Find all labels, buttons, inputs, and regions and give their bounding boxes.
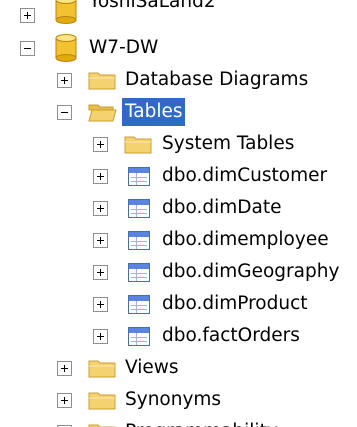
tree-node-label: dbo.dimProduct (162, 293, 308, 314)
expand-plus-icon[interactable] (93, 265, 108, 280)
tree-node-table[interactable]: dbo.dimemployee (0, 224, 357, 256)
expand-plus-icon[interactable] (20, 8, 35, 23)
expand-plus-icon[interactable] (57, 393, 72, 408)
table-icon (128, 167, 150, 186)
tree-node-yoshisaland2[interactable]: YoshiSaLand2 (0, 0, 357, 32)
collapse-minus-icon[interactable] (57, 105, 72, 120)
folder-open-icon (88, 102, 117, 128)
expand-plus-icon[interactable] (93, 137, 108, 152)
tree-node-tables[interactable]: Tables (0, 96, 357, 128)
tree-node-system-tables[interactable]: System Tables (0, 128, 357, 160)
expand-plus-icon[interactable] (57, 73, 72, 88)
tree-node-label: Synonyms (125, 389, 222, 410)
tree-node-label: Programmability (122, 418, 281, 427)
tree-node-label: dbo.dimCustomer (162, 165, 328, 186)
table-icon (128, 199, 150, 218)
folder-icon (88, 390, 117, 416)
expand-plus-icon[interactable] (57, 361, 72, 376)
tree-node-label: dbo.dimDate (162, 197, 282, 218)
table-icon (128, 295, 150, 314)
tree-node-table[interactable]: dbo.dimGeography (0, 256, 357, 288)
expand-plus-icon[interactable] (93, 233, 108, 248)
folder-icon (88, 358, 117, 384)
expand-plus-icon[interactable] (93, 201, 108, 216)
tree-node-label: dbo.dimemployee (162, 229, 329, 250)
tree-node-label: dbo.factOrders (162, 325, 300, 346)
tree-node-programmability[interactable]: Programmability (0, 416, 357, 427)
tree-node-label: Tables (122, 98, 186, 126)
tree-node-views[interactable]: Views (0, 352, 357, 384)
tree-node-label: System Tables (162, 133, 295, 154)
tree-node-database-diagrams[interactable]: Database Diagrams (0, 64, 357, 96)
tree-node-table[interactable]: dbo.factOrders (0, 320, 357, 352)
folder-icon (88, 422, 117, 427)
tree-node-label: Database Diagrams (125, 69, 309, 90)
tree-node-label: dbo.dimGeography (162, 261, 340, 282)
tree-node-table[interactable]: dbo.dimDate (0, 192, 357, 224)
object-explorer-tree: YoshiSaLand2 W7-DW Database Diagrams Tab… (0, 0, 357, 427)
tree-node-label: YoshiSaLand2 (89, 0, 216, 12)
table-icon (128, 263, 150, 282)
table-icon (128, 231, 150, 250)
database-icon (55, 0, 77, 29)
tree-node-label: W7-DW (89, 37, 159, 58)
expand-plus-icon[interactable] (93, 169, 108, 184)
collapse-minus-icon[interactable] (20, 41, 35, 56)
expand-plus-icon[interactable] (93, 297, 108, 312)
tree-node-table[interactable]: dbo.dimProduct (0, 288, 357, 320)
folder-icon (124, 134, 153, 160)
folder-icon (88, 70, 117, 96)
tree-node-w7-dw[interactable]: W7-DW (0, 32, 357, 64)
table-icon (128, 327, 150, 346)
tree-node-table[interactable]: dbo.dimCustomer (0, 160, 357, 192)
tree-node-label: Views (125, 357, 179, 378)
database-icon (55, 34, 77, 67)
expand-plus-icon[interactable] (93, 329, 108, 344)
tree-node-synonyms[interactable]: Synonyms (0, 384, 357, 416)
